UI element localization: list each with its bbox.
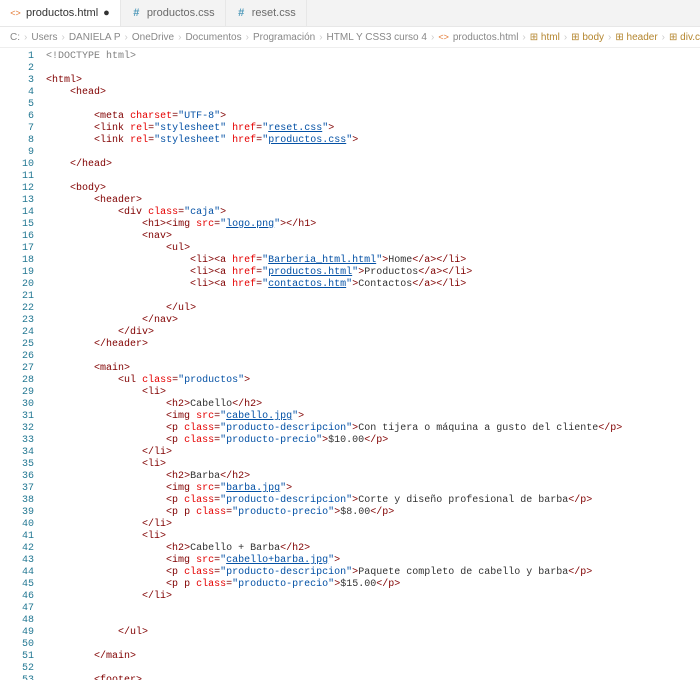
code-line[interactable]: <nav> bbox=[46, 231, 700, 243]
code-line[interactable]: <p class="producto-descripcion">Paquete … bbox=[46, 567, 700, 579]
code-line[interactable]: </li> bbox=[46, 591, 700, 603]
dirty-indicator-icon: ● bbox=[103, 7, 110, 19]
code-line[interactable]: <footer> bbox=[46, 675, 700, 680]
tab-label: productos.html bbox=[26, 7, 98, 19]
code-line[interactable] bbox=[46, 63, 700, 75]
code-line[interactable]: <li><a href="contactos.htm">Contactos</a… bbox=[46, 279, 700, 291]
breadcrumb-segment[interactable]: Programación bbox=[253, 32, 315, 43]
tab-label: productos.css bbox=[147, 7, 215, 19]
code-line[interactable]: <!DOCTYPE html> bbox=[46, 51, 700, 63]
code-line[interactable]: <li><a href="Barberia_html.html">Home</a… bbox=[46, 255, 700, 267]
code-line[interactable]: <h2>Barba</h2> bbox=[46, 471, 700, 483]
chevron-right-icon: › bbox=[431, 32, 434, 43]
code-line[interactable]: <img src="cabello+barba.jpg"> bbox=[46, 555, 700, 567]
code-area[interactable]: <!DOCTYPE html> <html> <head> <meta chars… bbox=[42, 48, 700, 680]
breadcrumb-segment[interactable]: HTML Y CSS3 curso 4 bbox=[327, 32, 427, 43]
code-line[interactable] bbox=[46, 663, 700, 675]
breadcrumb-segment[interactable]: OneDrive bbox=[132, 32, 174, 43]
code-line[interactable]: </main> bbox=[46, 651, 700, 663]
code-line[interactable] bbox=[46, 351, 700, 363]
code-line[interactable]: <main> bbox=[46, 363, 700, 375]
breadcrumb-symbol[interactable]: ⊞ body bbox=[571, 32, 604, 43]
code-line[interactable] bbox=[46, 615, 700, 627]
code-line[interactable] bbox=[46, 603, 700, 615]
code-line[interactable]: <p p class="producto-precio">$8.00</p> bbox=[46, 507, 700, 519]
code-line[interactable]: <h2>Cabello</h2> bbox=[46, 399, 700, 411]
code-line[interactable]: <p p class="producto-precio">$15.00</p> bbox=[46, 579, 700, 591]
breadcrumb-segment[interactable]: Documentos bbox=[185, 32, 241, 43]
code-line[interactable]: </ul> bbox=[46, 303, 700, 315]
breadcrumb-segment[interactable]: Users bbox=[31, 32, 57, 43]
code-line[interactable]: <p class="producto-precio">$10.00</p> bbox=[46, 435, 700, 447]
breadcrumb-symbol[interactable]: ⊞ div.caja bbox=[669, 32, 700, 43]
chevron-right-icon: › bbox=[24, 32, 27, 43]
breadcrumb-file[interactable]: productos.html bbox=[453, 32, 519, 43]
chevron-right-icon: › bbox=[125, 32, 128, 43]
code-line[interactable]: <li><a href="productos.html">Productos</… bbox=[46, 267, 700, 279]
chevron-right-icon: › bbox=[178, 32, 181, 43]
code-line[interactable]: <html> bbox=[46, 75, 700, 87]
code-line[interactable]: </head> bbox=[46, 159, 700, 171]
html-file-icon: <> bbox=[10, 8, 21, 19]
line-gutter: 1234567891011121314151617181920212223242… bbox=[0, 48, 42, 680]
code-line[interactable]: </nav> bbox=[46, 315, 700, 327]
code-line[interactable]: <link rel="stylesheet" href="productos.c… bbox=[46, 135, 700, 147]
tab-productos-css[interactable]: # productos.css bbox=[121, 0, 226, 26]
code-line[interactable]: <li> bbox=[46, 387, 700, 399]
chevron-right-icon: › bbox=[608, 32, 611, 43]
breadcrumb-symbol[interactable]: ⊞ html bbox=[530, 32, 560, 43]
code-line[interactable] bbox=[46, 291, 700, 303]
chevron-right-icon: › bbox=[246, 32, 249, 43]
chevron-right-icon: › bbox=[522, 32, 525, 43]
code-line[interactable] bbox=[46, 171, 700, 183]
css-file-icon: # bbox=[131, 8, 142, 19]
code-line[interactable]: <p class="producto-descripcion">Corte y … bbox=[46, 495, 700, 507]
code-line[interactable] bbox=[46, 99, 700, 111]
code-line[interactable]: </li> bbox=[46, 447, 700, 459]
code-line[interactable]: <p class="producto-descripcion">Con tije… bbox=[46, 423, 700, 435]
code-line[interactable]: <li> bbox=[46, 459, 700, 471]
code-line[interactable] bbox=[46, 147, 700, 159]
breadcrumb-symbol[interactable]: ⊞ header bbox=[615, 32, 657, 43]
chevron-right-icon: › bbox=[319, 32, 322, 43]
code-line[interactable]: <div class="caja"> bbox=[46, 207, 700, 219]
code-line[interactable]: <body> bbox=[46, 183, 700, 195]
tab-productos-html[interactable]: <> productos.html ● bbox=[0, 0, 121, 26]
editor-tabs: <> productos.html ● # productos.css # reset.cs… bbox=[0, 0, 700, 27]
code-line[interactable]: <meta charset="UTF-8"> bbox=[46, 111, 700, 123]
code-line[interactable]: <header> bbox=[46, 195, 700, 207]
code-line[interactable]: <ul class="productos"> bbox=[46, 375, 700, 387]
code-line[interactable]: <img src="barba.jpg"> bbox=[46, 483, 700, 495]
code-line[interactable]: </div> bbox=[46, 327, 700, 339]
code-line[interactable] bbox=[46, 639, 700, 651]
breadcrumb-segment[interactable]: C: bbox=[10, 32, 20, 43]
code-line[interactable]: <h2>Cabello + Barba</h2> bbox=[46, 543, 700, 555]
html-file-icon: <> bbox=[438, 32, 449, 43]
breadcrumb-segment[interactable]: DANIELA P bbox=[69, 32, 121, 43]
code-line[interactable]: <img src="cabello.jpg"> bbox=[46, 411, 700, 423]
code-editor[interactable]: 1234567891011121314151617181920212223242… bbox=[0, 48, 700, 680]
code-line[interactable]: </li> bbox=[46, 519, 700, 531]
code-line[interactable]: <ul> bbox=[46, 243, 700, 255]
code-line[interactable]: <h1><img src="logo.png"></h1> bbox=[46, 219, 700, 231]
css-file-icon: # bbox=[236, 8, 247, 19]
code-line[interactable]: </ul> bbox=[46, 627, 700, 639]
chevron-right-icon: › bbox=[61, 32, 64, 43]
chevron-right-icon: › bbox=[662, 32, 665, 43]
code-line[interactable]: </header> bbox=[46, 339, 700, 351]
tab-label: reset.css bbox=[252, 7, 296, 19]
breadcrumb: C: › Users › DANIELA P › OneDrive › Docu… bbox=[0, 27, 700, 48]
code-line[interactable]: <li> bbox=[46, 531, 700, 543]
tab-reset-css[interactable]: # reset.css bbox=[226, 0, 307, 26]
chevron-right-icon: › bbox=[564, 32, 567, 43]
code-line[interactable]: <link rel="stylesheet" href="reset.css"> bbox=[46, 123, 700, 135]
code-line[interactable]: <head> bbox=[46, 87, 700, 99]
